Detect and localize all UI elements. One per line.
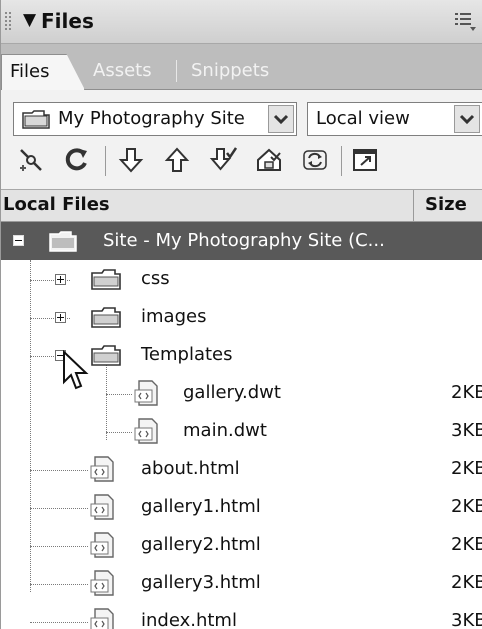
folder-icon: [91, 269, 121, 290]
tree-file-row[interactable]: gallery3.html 2KB: [1, 564, 482, 602]
html-file-icon: [90, 494, 114, 520]
files-toolbar: My Photography Site Local view: [1, 90, 482, 190]
column-local-files[interactable]: Local Files: [3, 190, 110, 220]
folder-icon: [91, 307, 121, 328]
tree-root-label: Site - My Photography Site (C...: [103, 230, 385, 251]
tab-assets[interactable]: Assets: [93, 54, 152, 90]
file-list-header: Local Files Size: [1, 190, 482, 222]
site-select-value: My Photography Site: [58, 108, 245, 129]
tree-item-label: images: [141, 306, 207, 327]
check-in-icon: [257, 148, 281, 171]
tree-file-row[interactable]: gallery1.html 2KB: [1, 488, 482, 526]
site-folder-icon: [49, 231, 77, 252]
file-size: 2KB: [451, 572, 482, 593]
tab-separator: [176, 60, 177, 82]
get-files-button[interactable]: [113, 142, 149, 180]
synchronize-button[interactable]: [297, 142, 333, 180]
tab-files[interactable]: Files: [1, 54, 85, 90]
file-size: 2KB: [451, 534, 482, 555]
connect-button[interactable]: [13, 142, 49, 180]
panel-options-icon[interactable]: [453, 10, 477, 32]
html-file-icon: [90, 570, 114, 596]
tree-item-label: about.html: [141, 458, 240, 479]
refresh-icon: [65, 148, 87, 171]
expand-icon: [353, 149, 377, 171]
panel-title: Files: [41, 9, 94, 33]
file-size: 2KB: [451, 382, 482, 403]
open-folder-icon: [91, 345, 121, 366]
collapse-minus-icon[interactable]: [13, 235, 24, 246]
column-divider[interactable]: [413, 190, 414, 221]
file-tree: Site - My Photography Site (C... css ima…: [1, 222, 482, 629]
file-size: 3KB: [451, 610, 482, 629]
synchronize-icon: [303, 150, 327, 170]
tree-item-label: gallery1.html: [141, 496, 261, 517]
toolbar-separator: [105, 146, 106, 176]
tree-item-label: Templates: [141, 344, 233, 365]
get-files-icon: [118, 148, 144, 173]
tree-item-label: gallery.dwt: [183, 382, 281, 403]
view-select-value: Local view: [316, 108, 410, 129]
collapse-triangle-icon[interactable]: ▼: [23, 10, 36, 30]
put-files-button[interactable]: [159, 142, 195, 180]
site-folder-icon: [22, 110, 50, 129]
tree-folder-row[interactable]: images: [1, 298, 482, 336]
html-file-icon: [90, 456, 114, 482]
file-size: 2KB: [451, 458, 482, 479]
tree-file-row[interactable]: gallery2.html 2KB: [1, 526, 482, 564]
tree-file-row[interactable]: main.dwt 3KB: [1, 412, 482, 450]
tree-file-row[interactable]: about.html 2KB: [1, 450, 482, 488]
tab-bar: Files Assets Snippets: [1, 44, 482, 90]
tree-root-row[interactable]: Site - My Photography Site (C...: [1, 222, 482, 260]
check-out-icon: [209, 147, 237, 171]
tab-snippets[interactable]: Snippets: [191, 54, 269, 90]
file-size: 2KB: [451, 496, 482, 517]
template-file-icon: [134, 380, 158, 406]
site-select-chevron-down-icon[interactable]: [268, 105, 294, 133]
tree-item-label: main.dwt: [183, 420, 267, 441]
column-size[interactable]: Size: [425, 190, 467, 220]
check-out-button[interactable]: [205, 142, 241, 180]
tree-item-label: css: [141, 268, 170, 289]
mouse-pointer-icon: [63, 350, 89, 390]
check-in-button[interactable]: [251, 142, 287, 180]
expand-plus-icon[interactable]: [55, 312, 66, 323]
panel-title-bar[interactable]: ▼ Files: [1, 0, 482, 44]
tree-item-label: gallery2.html: [141, 534, 261, 555]
tree-item-label: gallery3.html: [141, 572, 261, 593]
put-files-icon: [164, 147, 190, 172]
view-select-chevron-down-icon[interactable]: [454, 105, 480, 133]
tree-folder-row[interactable]: css: [1, 260, 482, 298]
tree-item-label: index.html: [141, 610, 237, 629]
refresh-button[interactable]: [59, 142, 95, 180]
toolbar-separator: [341, 146, 342, 176]
tree-file-row[interactable]: index.html 3KB: [1, 602, 482, 629]
html-file-icon: [90, 532, 114, 558]
connect-icon: [20, 149, 42, 171]
file-size: 3KB: [451, 420, 482, 441]
site-select[interactable]: My Photography Site: [13, 102, 297, 136]
html-file-icon: [90, 608, 114, 629]
expand-plus-icon[interactable]: [55, 274, 66, 285]
template-file-icon: [134, 418, 158, 444]
view-select[interactable]: Local view: [307, 102, 482, 136]
expand-button[interactable]: [347, 142, 383, 180]
files-panel: ▼ Files Files Assets Snippets My Photogr…: [0, 0, 482, 629]
drag-grip-icon[interactable]: [5, 12, 13, 32]
